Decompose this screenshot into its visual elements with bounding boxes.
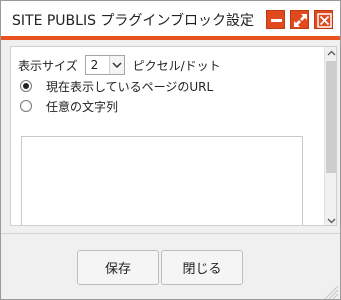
close-icon — [317, 13, 332, 28]
radio-label: 現在表示しているページのURL — [46, 79, 214, 94]
resize-grip-icon[interactable] — [321, 282, 339, 299]
close-button[interactable] — [314, 10, 333, 29]
radio-button[interactable] — [20, 100, 32, 112]
chevron-up-icon — [327, 50, 336, 56]
display-size-value: 2 — [90, 58, 99, 72]
radio-option-custom-text[interactable]: 任意の文字列 — [20, 98, 118, 114]
display-size-unit: ピクセル/ドット — [132, 58, 221, 73]
radio-label: 任意の文字列 — [46, 99, 119, 114]
save-button[interactable]: 保存 — [77, 250, 159, 285]
maximize-icon — [294, 14, 307, 27]
vertical-scrollbar[interactable] — [324, 47, 336, 225]
dialog-title: SITE PUBLIS プラグインブロック設定 — [12, 13, 255, 29]
radio-button[interactable] — [20, 80, 32, 92]
display-size-row: 表示サイズ 2 ピクセル/ドット — [18, 55, 221, 75]
maximize-button[interactable] — [290, 10, 309, 29]
close-dialog-button[interactable]: 閉じる — [161, 250, 243, 285]
title-accent-bar — [1, 36, 340, 40]
scrollbar-thumb[interactable] — [326, 61, 336, 173]
minimize-button[interactable] — [266, 10, 285, 29]
settings-panel: 表示サイズ 2 ピクセル/ドット 現在表示しているページのURL 任意の文字列 — [10, 46, 337, 226]
display-size-label: 表示サイズ — [18, 58, 78, 73]
chevron-down-icon — [327, 218, 336, 224]
radio-option-page-url[interactable]: 現在表示しているページのURL — [20, 78, 213, 94]
scroll-down-button[interactable] — [325, 215, 336, 225]
scroll-up-button[interactable] — [325, 47, 336, 59]
chevron-down-icon — [108, 56, 124, 74]
custom-text-area[interactable] — [21, 136, 303, 225]
title-bar[interactable]: SITE PUBLIS プラグインブロック設定 — [1, 1, 340, 36]
minimize-icon — [271, 19, 282, 22]
footer-divider — [1, 233, 340, 234]
plugin-settings-dialog: SITE PUBLIS プラグインブロック設定 表示サイズ 2 ピクセル/ドット… — [0, 0, 341, 300]
display-size-select[interactable]: 2 — [84, 55, 125, 75]
